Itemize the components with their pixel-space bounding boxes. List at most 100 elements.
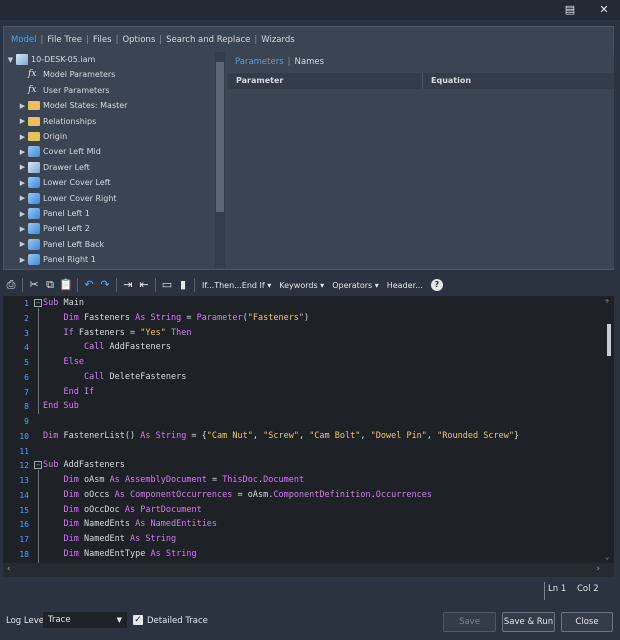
line-number-gutter: 18 [19,549,29,559]
code-line: 16 Dim NamedEnts As NamedEntities [3,517,603,532]
tree-item-label: Panel Left 1 [43,209,90,218]
cut-icon[interactable]: ✂ [27,278,41,292]
tree-item-label: User Parameters [43,85,110,95]
tab-model[interactable]: Model [8,35,40,45]
tab-options[interactable]: Options [119,35,158,45]
tree-item[interactable]: fx User Parameters [18,83,110,98]
tree-item[interactable]: ▶ Panel Left 2 [18,221,90,236]
expand-right-icon[interactable]: ▶ [18,225,27,233]
expand-right-icon[interactable]: ▶ [18,102,27,110]
editor-horizontal-scrollbar[interactable]: ‹ › [3,563,614,577]
tab-parameters[interactable]: Parameters [232,57,287,67]
editor-scrollbar-thumb[interactable] [607,324,611,356]
tree-item[interactable]: ▶ Panel Left 1 [18,206,90,221]
code-line: 5 Else [3,355,603,370]
parameter-grid-body [228,89,614,268]
redo-icon[interactable]: ↷ [98,278,112,292]
copy-icon[interactable]: ⧉ [43,278,57,292]
code-text: Call DeleteFasteners [83,371,187,382]
tree-item[interactable]: ▶ Relationships [18,114,96,129]
folder-icon [28,132,40,141]
tree-item[interactable]: ▶ Origin [18,129,67,144]
detailed-trace-checkbox[interactable]: ✓ [133,615,143,625]
title-bar: ▤ ✕ [0,0,620,20]
tree-item[interactable]: ▶ Model States: Master [18,98,127,113]
expand-right-icon[interactable]: ▶ [18,133,27,141]
tab-files[interactable]: Files [90,35,115,45]
code-editor[interactable]: ÷ ⌄ 1− Sub Main 2 Dim Fasteners As String … [3,296,614,563]
tab-wizards[interactable]: Wizards [258,35,297,45]
collapse-icon[interactable]: − [34,461,42,470]
code-line: 18 Dim NamedEntType As String [3,547,603,562]
tree-item[interactable]: ▶ Drawer Left [18,160,90,175]
save-and-run-button[interactable]: Save & Run [502,612,555,632]
scroll-left-icon[interactable]: ‹ [7,564,11,574]
code-text: Else [63,357,84,367]
code-text: If Fasteners = "Yes" Then [63,327,192,338]
tab-search-and-replace[interactable]: Search and Replace [163,35,253,45]
tab-names[interactable]: Names [292,57,328,67]
tree-item[interactable]: fx Model Parameters [18,67,115,82]
expand-right-icon[interactable]: ▶ [18,179,27,187]
help-icon[interactable]: ▤ [562,2,578,18]
code-text: Call AddFasteners [83,342,171,353]
parameter-grid-header: Parameter Equation [228,73,614,89]
editor-vertical-scrollbar[interactable]: ÷ ⌄ [604,296,614,563]
scroll-right-icon[interactable]: › [596,564,600,574]
tree-item[interactable]: ▶ Lower Cover Left [18,175,111,190]
expand-right-icon[interactable]: ▶ [18,117,27,125]
save-button[interactable]: Save [443,612,496,632]
expand-right-icon[interactable]: ▶ [18,163,27,171]
part-icon [28,208,40,219]
collapse-icon[interactable]: − [34,299,42,307]
line-number: Ln 1 [548,584,567,594]
close-icon[interactable]: ✕ [596,2,612,18]
line-number-gutter: 6 [24,372,29,382]
tree-item[interactable]: ▶ Panel Right 1 [18,252,96,267]
indent-icon[interactable]: ⇥ [121,278,135,292]
tab-file-tree[interactable]: File Tree [44,35,85,45]
line-number-gutter: 11 [19,446,29,456]
expand-right-icon[interactable]: ▶ [18,210,27,218]
status-divider [544,582,545,600]
expand-down-icon[interactable]: ▼ [6,56,15,64]
tree-scrollbar[interactable] [215,52,225,268]
tree-item-label: Cover Left Mid [43,147,101,157]
tree-scrollbar-thumb[interactable] [216,62,224,212]
help-icon[interactable]: ? [430,279,443,291]
line-number-gutter: 5 [24,358,29,367]
tree-item[interactable]: ▶ Cover Left Mid [18,144,101,159]
tree-item[interactable]: ▼ 10-DESK-05.iam [6,52,95,67]
operators-menu[interactable]: Operators ▾ [328,281,383,290]
close-button[interactable]: Close [561,612,613,632]
line-number-gutter: 7 [24,387,29,397]
code-text: Dim oAsm As AssemblyDocument = ThisDoc.D… [63,475,305,485]
if-then-menu[interactable]: If...Then...End If ▾ [198,281,275,290]
parameter-tabs: Parameters | Names [232,57,327,67]
print-icon[interactable]: ⎙ [4,278,18,292]
line-number-gutter: 3 [24,328,29,338]
column-equation[interactable]: Equation [423,73,614,89]
header-button[interactable]: Header... [383,281,427,290]
expand-right-icon[interactable]: ▶ [18,240,27,248]
column-parameter[interactable]: Parameter [228,73,423,89]
chevron-down-icon: ▼ [116,616,122,624]
undo-icon[interactable]: ↶ [82,278,96,292]
paste-icon[interactable]: 📋 [59,278,73,292]
scroll-up-icon[interactable]: ÷ [605,297,609,305]
expand-right-icon[interactable]: ▶ [18,256,27,264]
scroll-down-icon[interactable]: ⌄ [605,553,609,561]
code-line: 7 End If [3,385,603,400]
log-level-select[interactable]: Trace ▼ [43,612,127,628]
code-line: 10 Dim FastenerList() As String = {"Cam N… [3,429,603,444]
expand-right-icon[interactable]: ▶ [18,194,27,202]
outdent-icon[interactable]: ⇤ [137,278,151,292]
keywords-menu[interactable]: Keywords ▾ [275,281,328,290]
expand-right-icon[interactable]: ▶ [18,148,27,156]
tree-item[interactable]: ▶ Panel Left Back [18,237,104,252]
comment-icon[interactable]: ▭ [160,278,174,292]
uncomment-icon[interactable]: ▮ [176,278,190,292]
tree-item[interactable]: ▶ Lower Cover Right [18,191,117,206]
toolbar-divider [116,278,117,292]
editor-toolbar: ⎙ ✂ ⧉ 📋 ↶ ↷ ⇥ ⇤ ▭ ▮ If...Then...End If ▾… [3,275,614,295]
